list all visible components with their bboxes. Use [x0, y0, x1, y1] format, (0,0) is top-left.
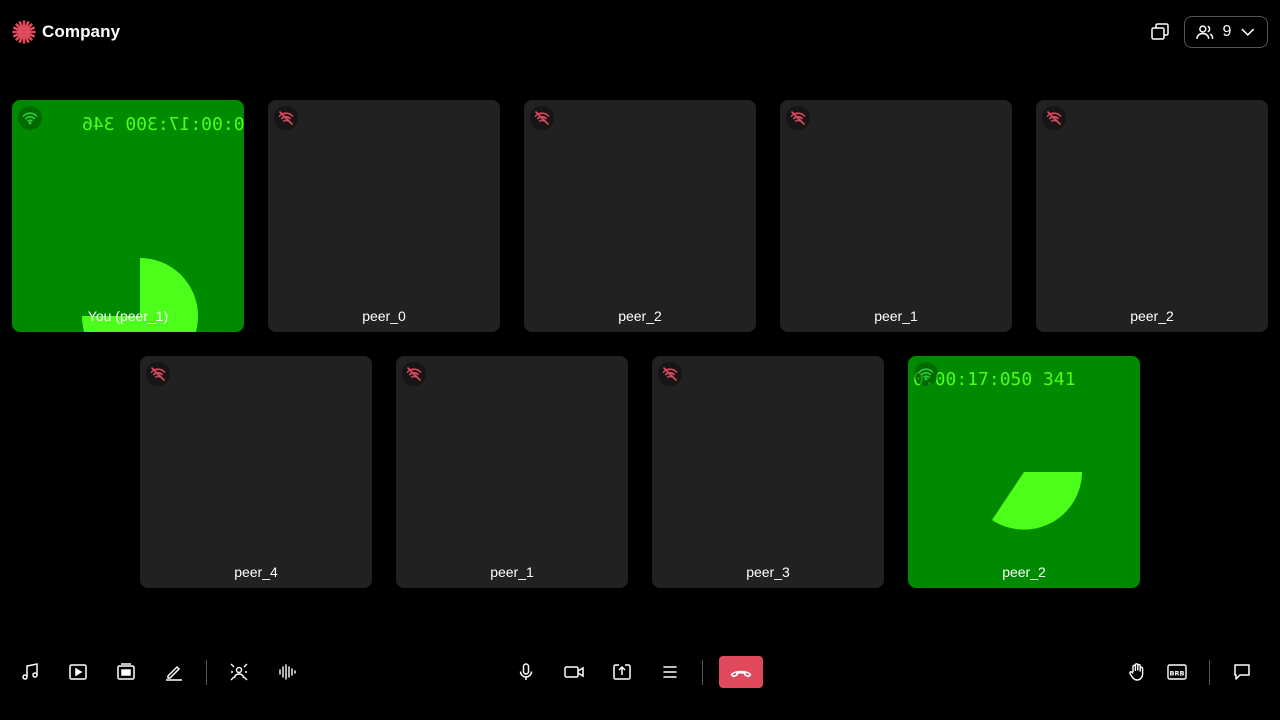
- chevron-down-icon: [1241, 28, 1255, 36]
- peer-tile[interactable]: peer_1: [780, 100, 1012, 332]
- peer-name: peer_1: [874, 308, 918, 324]
- company-logo: Company: [12, 20, 120, 44]
- network-poor-icon: [786, 106, 810, 130]
- network-poor-icon: [1042, 106, 1066, 130]
- peer-tile[interactable]: peer_3: [652, 356, 884, 588]
- music-icon[interactable]: [18, 660, 42, 684]
- network-good-icon: [914, 362, 938, 386]
- network-good-icon: [18, 106, 42, 130]
- leave-call-icon: [730, 670, 752, 678]
- participants-icon: [1196, 25, 1214, 39]
- slides-icon[interactable]: [114, 660, 138, 684]
- toolbar-divider: [206, 660, 207, 685]
- peer-tile[interactable]: peer_0: [268, 100, 500, 332]
- toolbar-divider: [1209, 660, 1210, 685]
- participant-list-button[interactable]: 9: [1184, 16, 1268, 48]
- video-timestamp: 0:00:17:300 346: [82, 114, 244, 135]
- peer-name: peer_4: [234, 564, 278, 580]
- network-poor-icon: [274, 106, 298, 130]
- peer-tile[interactable]: peer_2: [1036, 100, 1268, 332]
- leave-call-button[interactable]: [719, 656, 763, 688]
- peer-tile[interactable]: 0:00:17:300 346 You (peer_1): [12, 100, 244, 332]
- peer-name: peer_3: [746, 564, 790, 580]
- network-poor-icon: [146, 362, 170, 386]
- call-toolbar: BRB: [0, 652, 1280, 692]
- brb-label: BRB: [1170, 670, 1185, 678]
- peer-name: peer_2: [618, 308, 662, 324]
- more-menu-icon[interactable]: [658, 660, 682, 684]
- participant-count: 9: [1222, 23, 1232, 40]
- peer-tile[interactable]: peer_4: [140, 356, 372, 588]
- peer-tile[interactable]: peer_2: [524, 100, 756, 332]
- peer-tile[interactable]: 0:00:17:050 341 peer_2: [908, 356, 1140, 588]
- camera-icon[interactable]: [562, 660, 586, 684]
- video-feed: [992, 472, 1082, 530]
- microphone-icon[interactable]: [514, 660, 538, 684]
- peer-name: peer_2: [1130, 308, 1174, 324]
- brand-name: Company: [42, 22, 121, 41]
- pip-icon[interactable]: [1148, 20, 1172, 44]
- peer-name: peer_1: [490, 564, 534, 580]
- network-poor-icon: [658, 362, 682, 386]
- network-poor-icon: [530, 106, 554, 130]
- brand-icon: [12, 20, 36, 44]
- peer-name: peer_2: [1002, 564, 1046, 580]
- virtual-background-icon[interactable]: [227, 660, 251, 684]
- peer-tile[interactable]: peer_1: [396, 356, 628, 588]
- toolbar-divider: [702, 660, 703, 685]
- whiteboard-icon[interactable]: [162, 660, 186, 684]
- header-controls: 9: [1148, 16, 1268, 48]
- peer-name: You (peer_1): [87, 308, 169, 324]
- noise-suppression-icon[interactable]: [275, 660, 299, 684]
- brb-icon[interactable]: BRB: [1165, 660, 1189, 684]
- network-poor-icon: [402, 362, 426, 386]
- raise-hand-icon[interactable]: [1125, 660, 1149, 684]
- play-video-icon[interactable]: [66, 660, 90, 684]
- screen-share-icon[interactable]: [610, 660, 634, 684]
- chat-icon[interactable]: [1230, 660, 1254, 684]
- peer-name: peer_0: [362, 308, 406, 324]
